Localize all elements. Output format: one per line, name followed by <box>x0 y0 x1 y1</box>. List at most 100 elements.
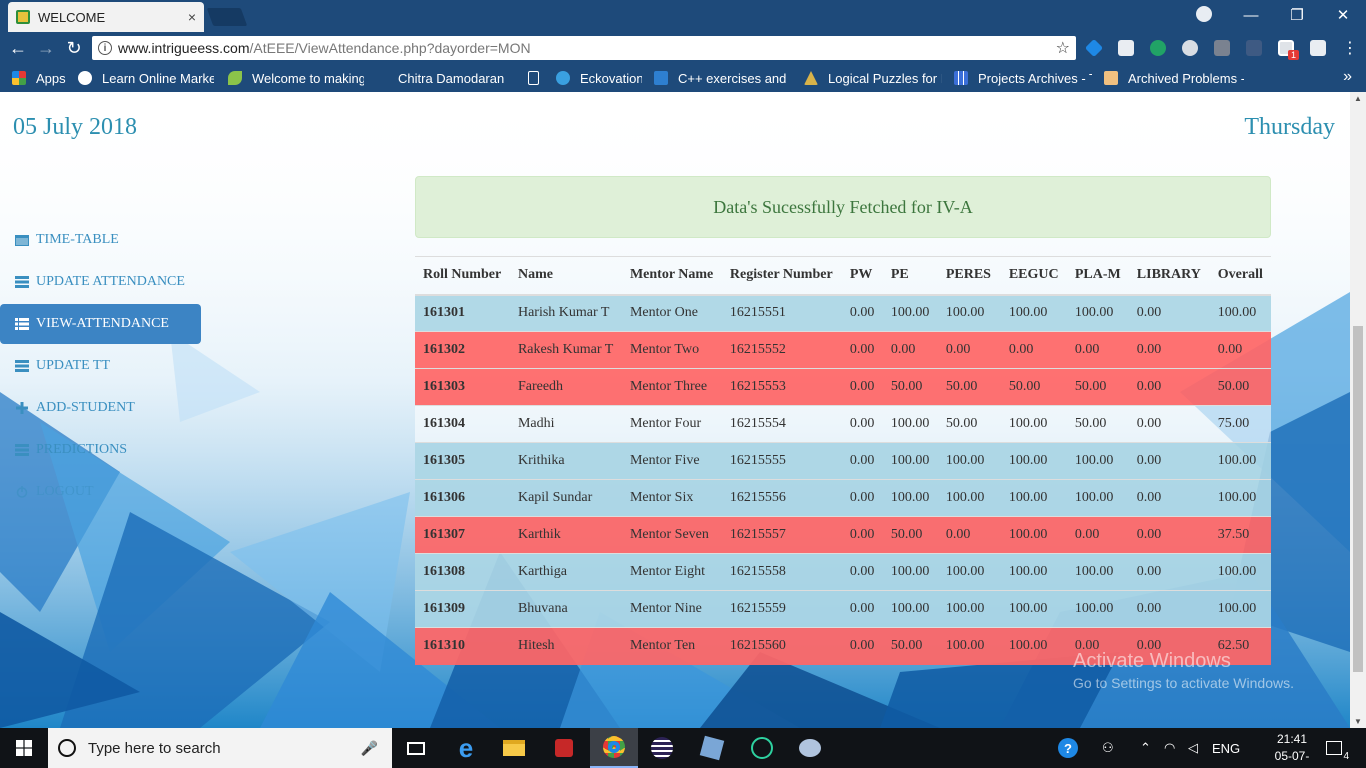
eclipse-icon[interactable] <box>638 728 686 768</box>
sidebar-item-update-attendance[interactable]: UPDATE ATTENDANCE <box>0 262 201 302</box>
php-extension-icon[interactable] <box>1246 40 1262 56</box>
sidebar-item-add-student[interactable]: ADD-STUDENT <box>0 388 201 428</box>
minimize-button[interactable]: — <box>1228 0 1274 30</box>
scroll-down-icon[interactable]: ▼ <box>1354 717 1362 726</box>
table-cell: 16215552 <box>721 331 842 369</box>
back-button[interactable]: ← <box>6 36 30 60</box>
taskbar-clock[interactable]: 21:41 05-07-2018 <box>1262 731 1322 768</box>
table-cell: 0.00 <box>1128 516 1210 554</box>
table-cell: 100.00 <box>937 479 1001 517</box>
bookmark-item[interactable]: Welcome to making <box>228 70 364 86</box>
bookmark-item[interactable]: C++ exercises and s <box>654 70 790 86</box>
windows-logo-icon <box>16 740 32 756</box>
grammarly-icon[interactable] <box>1150 40 1166 56</box>
bookmark-item[interactable]: Eckovation <box>556 70 642 86</box>
extension-square-icon[interactable] <box>1310 40 1326 56</box>
list-icon <box>15 276 29 288</box>
sidebar-item-logout[interactable]: LOGOUT <box>0 472 201 512</box>
maximize-button[interactable]: ❐ <box>1274 0 1320 30</box>
bookmarks-overflow-button[interactable]: » <box>1343 68 1352 86</box>
table-cell: Mentor Ten <box>621 627 722 665</box>
extension-eye-icon[interactable] <box>1182 40 1198 56</box>
table-cell: 50.00 <box>882 627 938 665</box>
browser-tab[interactable]: WELCOME × <box>8 2 204 32</box>
bookmark-item[interactable]: Apps <box>12 70 70 86</box>
table-row: 161305 Krithika Mentor Five 16215555 0.00 100… <box>415 442 1271 480</box>
address-bar[interactable]: i www.intrigueess.com /AtEEE/ViewAttenda… <box>92 36 1076 60</box>
table-cell: 16215558 <box>721 553 842 591</box>
table-cell: 16215551 <box>721 294 842 332</box>
microphone-icon[interactable]: 🎤 <box>361 740 378 757</box>
paint-icon[interactable] <box>786 728 834 768</box>
page-viewport: 05 July 2018 Thursday TIME-TABLE UPDATE … <box>0 92 1350 728</box>
bookmarks-bar: Apps Learn Online Market Welcome to maki… <box>0 64 1366 92</box>
column-header: Name <box>509 256 622 296</box>
sidebar-item-label: UPDATE TT <box>36 358 111 373</box>
edge-icon[interactable]: e <box>442 728 490 768</box>
reload-button[interactable]: ↻ <box>62 36 86 60</box>
table-cell: 50.00 <box>937 405 1001 443</box>
sidebar-item-update-tt[interactable]: UPDATE TT <box>0 346 201 386</box>
table-cell: 0.00 <box>841 516 883 554</box>
sidebar-item-predictions[interactable]: PREDICTIONS <box>0 430 201 470</box>
action-center-icon[interactable]: 4 <box>1326 728 1349 768</box>
scroll-up-icon[interactable]: ▲ <box>1354 94 1362 103</box>
tab-close-icon[interactable]: × <box>188 9 196 25</box>
media-app-icon[interactable] <box>540 728 588 768</box>
table-cell: 100.00 <box>1066 479 1129 517</box>
volume-icon[interactable]: ◁ <box>1188 728 1198 768</box>
site-info-icon[interactable]: i <box>98 41 112 55</box>
table-cell: 100.00 <box>1209 479 1271 517</box>
sidebar-item-time-table[interactable]: TIME-TABLE <box>0 220 201 260</box>
wifi-icon[interactable]: ◠ <box>1164 728 1175 768</box>
new-tab-button[interactable] <box>206 8 248 26</box>
bookmark-item[interactable] <box>528 70 548 86</box>
table-cell: 161304 <box>415 405 510 443</box>
column-header: PERES <box>937 256 1001 296</box>
bookmark-star-icon[interactable]: ☆ <box>1056 38 1070 58</box>
extension-1-icon[interactable] <box>1084 38 1104 58</box>
file-explorer-icon[interactable] <box>490 728 538 768</box>
extension-cube-icon[interactable] <box>1118 40 1134 56</box>
sidebar-item-view-attendance[interactable]: VIEW-ATTENDANCE <box>0 304 201 344</box>
task-view-icon[interactable] <box>392 728 440 768</box>
scrollbar-thumb[interactable] <box>1353 326 1363 672</box>
notifications-extension-icon[interactable]: 1 <box>1278 40 1300 60</box>
table-cell: 100.00 <box>882 442 938 480</box>
table-row: 161304 Madhi Mentor Four 16215554 0.00 100.00… <box>415 405 1271 443</box>
close-window-button[interactable]: ✕ <box>1320 0 1366 30</box>
bookmark-item[interactable]: Logical Puzzles for In <box>804 70 942 86</box>
help-tray-icon[interactable]: ? <box>1058 728 1078 768</box>
table-cell: 100.00 <box>882 294 938 332</box>
table-cell: 50.00 <box>1066 368 1129 406</box>
people-tray-icon[interactable]: ⚇ <box>1102 728 1114 768</box>
action-center-badge: 4 <box>1343 751 1349 762</box>
sidebar-item-label: LOGOUT <box>36 484 94 499</box>
column-header: PLA-M <box>1066 256 1129 296</box>
page-scrollbar[interactable]: ▲ ▼ <box>1350 92 1366 728</box>
menu-kebab-icon[interactable]: ⋮ <box>1338 36 1362 60</box>
site-favicon-icon <box>16 10 30 24</box>
show-hidden-icons-button[interactable]: ⌃ <box>1140 728 1151 768</box>
bookmark-item[interactable]: Learn Online Market <box>78 70 214 86</box>
table-cell: 100.00 <box>1000 516 1067 554</box>
table-cell: 0.00 <box>937 516 1001 554</box>
atom-icon[interactable] <box>738 728 786 768</box>
bookmark-item[interactable]: Chitra Damodaran <box>374 70 514 86</box>
start-button[interactable] <box>0 728 48 768</box>
pdf-extension-icon[interactable] <box>1214 40 1230 56</box>
forward-button[interactable]: → <box>34 36 58 60</box>
table-cell: Mentor Four <box>621 405 722 443</box>
profile-icon[interactable] <box>1196 6 1212 22</box>
bookmark-item[interactable]: Archived Problems - <box>1104 70 1244 86</box>
language-indicator[interactable]: ENG <box>1212 728 1240 768</box>
bookmark-item[interactable]: Projects Archives - T <box>954 70 1092 86</box>
table-cell: 100.00 <box>937 442 1001 480</box>
chrome-icon[interactable] <box>590 728 638 768</box>
table-cell: 0.00 <box>1128 479 1210 517</box>
taskbar-search-box[interactable]: Type here to search 🎤 <box>48 728 392 768</box>
virtualbox-icon[interactable] <box>688 728 736 768</box>
power-icon <box>16 486 28 498</box>
sidebar-item-label: VIEW-ATTENDANCE <box>36 316 169 331</box>
table-cell: 0.00 <box>841 479 883 517</box>
